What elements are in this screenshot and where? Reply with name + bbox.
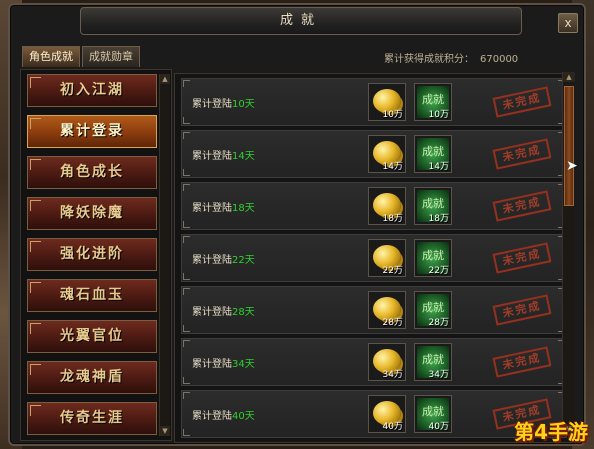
category-label: 光翼官位 xyxy=(60,328,124,344)
category-item[interactable]: 强化进阶 xyxy=(27,238,157,271)
achievement-prefix: 累计登陆 xyxy=(192,99,232,110)
achievement-row: 累计登陆14天 14万 成就 14万 未完成 xyxy=(181,130,567,178)
coin-count: 40万 xyxy=(382,422,403,432)
coin-count: 22万 xyxy=(382,266,403,276)
category-item[interactable]: 角色成长 xyxy=(27,156,157,189)
category-label: 降妖除魔 xyxy=(60,205,124,221)
coin-reward[interactable]: 40万 xyxy=(368,395,406,433)
scroll-down-icon[interactable]: ▼ xyxy=(160,426,170,436)
achievement-title: 累计登陆28天 xyxy=(192,303,255,318)
score-display: 累计获得成就积分： 670000 xyxy=(384,50,518,65)
achievement-prefix: 累计登陆 xyxy=(192,307,232,318)
achievement-days: 40天 xyxy=(232,411,255,422)
achievement-days: 14天 xyxy=(232,151,255,162)
category-label: 龙魂神盾 xyxy=(60,369,124,385)
incomplete-stamp: 未完成 xyxy=(492,294,552,326)
achievement-reward[interactable]: 成就 22万 xyxy=(414,239,452,277)
achievement-count: 40万 xyxy=(428,422,449,432)
incomplete-stamp: 未完成 xyxy=(492,346,552,378)
scroll-up-icon[interactable]: ▲ xyxy=(160,74,170,84)
mouse-cursor-icon: ➤ xyxy=(566,158,578,174)
coin-count: 34万 xyxy=(382,370,403,380)
achievement-row: 累计登陆18天 18万 成就 18万 未完成 xyxy=(181,182,567,230)
achievement-title: 累计登陆14天 xyxy=(192,147,255,162)
window-title: 成就 xyxy=(80,7,522,35)
achievement-row: 累计登陆28天 28万 成就 28万 未完成 xyxy=(181,286,567,334)
achievement-reward[interactable]: 成就 40万 xyxy=(414,395,452,433)
achievement-list: 累计登陆10天 10万 成就 10万 未完成 累计登陆14天 14万 成就 14万 … xyxy=(174,73,572,443)
achievement-count: 10万 xyxy=(428,110,449,120)
achievement-prefix: 累计登陆 xyxy=(192,203,232,214)
category-item[interactable]: 魂石血玉 xyxy=(27,279,157,312)
achievement-count: 14万 xyxy=(428,162,449,172)
close-button[interactable]: x xyxy=(558,13,578,33)
achievement-days: 34天 xyxy=(232,359,255,370)
achievement-window: 成就 x 角色成就 成就勋章 累计获得成就积分： 670000 初入江湖 累计登录 … xyxy=(8,3,586,446)
achievement-count: 34万 xyxy=(428,370,449,380)
coin-count: 18万 xyxy=(382,214,403,224)
tab-bar: 角色成就 成就勋章 xyxy=(22,45,142,67)
incomplete-stamp: 未完成 xyxy=(492,86,552,118)
achievement-title: 累计登陆18天 xyxy=(192,199,255,214)
achievement-prefix: 累计登陆 xyxy=(192,255,232,266)
score-label: 累计获得成就积分： xyxy=(384,54,474,65)
achievement-days: 10天 xyxy=(232,99,255,110)
achievement-row: 累计登陆10天 10万 成就 10万 未完成 xyxy=(181,78,567,126)
achievement-title: 累计登陆22天 xyxy=(192,251,255,266)
achievement-days: 18天 xyxy=(232,203,255,214)
watermark-logo: 第4手游 xyxy=(514,420,588,444)
coin-reward[interactable]: 22万 xyxy=(368,239,406,277)
category-item[interactable]: 降妖除魔 xyxy=(27,197,157,230)
achievement-title: 累计登陆34天 xyxy=(192,355,255,370)
coin-reward[interactable]: 10万 xyxy=(368,83,406,121)
category-list: 初入江湖 累计登录 角色成长 降妖除魔 强化进阶 魂石血玉 光翼官位 龙魂神盾 … xyxy=(20,69,172,441)
category-item[interactable]: 龙魂神盾 xyxy=(27,361,157,394)
category-label: 魂石血玉 xyxy=(60,287,124,303)
category-label: 传奇生涯 xyxy=(60,410,124,426)
achievement-reward[interactable]: 成就 10万 xyxy=(414,83,452,121)
achievement-row: 累计登陆34天 34万 成就 34万 未完成 xyxy=(181,338,567,386)
category-label: 强化进阶 xyxy=(60,246,124,262)
coin-count: 28万 xyxy=(382,318,403,328)
scroll-up-icon[interactable]: ▲ xyxy=(563,72,575,82)
incomplete-stamp: 未完成 xyxy=(492,190,552,222)
coin-reward[interactable]: 18万 xyxy=(368,187,406,225)
coin-count: 10万 xyxy=(382,110,403,120)
achievement-prefix: 累计登陆 xyxy=(192,411,232,422)
category-item[interactable]: 光翼官位 xyxy=(27,320,157,353)
achievement-reward[interactable]: 成就 28万 xyxy=(414,291,452,329)
achievement-prefix: 累计登陆 xyxy=(192,359,232,370)
achievement-count: 18万 xyxy=(428,214,449,224)
achievement-reward[interactable]: 成就 18万 xyxy=(414,187,452,225)
achievement-title: 累计登陆10天 xyxy=(192,95,255,110)
achievement-count: 22万 xyxy=(428,266,449,276)
coin-reward[interactable]: 34万 xyxy=(368,343,406,381)
coin-count: 14万 xyxy=(382,162,403,172)
category-label: 角色成长 xyxy=(60,164,124,180)
category-label: 初入江湖 xyxy=(60,82,124,98)
category-scrollbar[interactable]: ▲ ▼ xyxy=(159,74,170,436)
category-item[interactable]: 传奇生涯 xyxy=(27,402,157,435)
achievement-days: 22天 xyxy=(232,255,255,266)
tab-role-achievements[interactable]: 角色成就 xyxy=(22,46,80,67)
category-item[interactable]: 累计登录 xyxy=(27,115,157,148)
achievement-row: 累计登陆40天 40万 成就 40万 未完成 xyxy=(181,390,567,438)
tab-achievement-medals[interactable]: 成就勋章 xyxy=(82,46,140,67)
achievement-scrollbar[interactable]: ▲ ▼ xyxy=(562,72,575,434)
achievement-prefix: 累计登陆 xyxy=(192,151,232,162)
incomplete-stamp: 未完成 xyxy=(492,138,552,170)
achievement-reward[interactable]: 成就 34万 xyxy=(414,343,452,381)
score-value: 670000 xyxy=(480,54,519,65)
achievement-row: 累计登陆22天 22万 成就 22万 未完成 xyxy=(181,234,567,282)
achievement-days: 28天 xyxy=(232,307,255,318)
scroll-thumb[interactable] xyxy=(564,86,574,206)
achievement-title: 累计登陆40天 xyxy=(192,407,255,422)
coin-reward[interactable]: 28万 xyxy=(368,291,406,329)
incomplete-stamp: 未完成 xyxy=(492,242,552,274)
achievement-reward[interactable]: 成就 14万 xyxy=(414,135,452,173)
category-item[interactable]: 初入江湖 xyxy=(27,74,157,107)
achievement-count: 28万 xyxy=(428,318,449,328)
category-label: 累计登录 xyxy=(60,123,124,139)
coin-reward[interactable]: 14万 xyxy=(368,135,406,173)
